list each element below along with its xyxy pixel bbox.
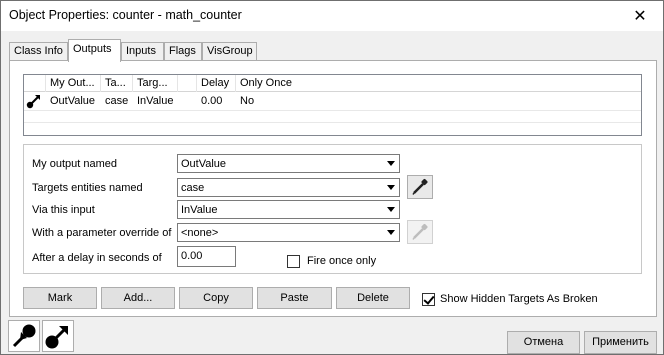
output-editor-group: My output named OutValue Targets entitie… — [23, 144, 642, 274]
targets-label: Targets entities named — [32, 182, 143, 194]
delay-label: After a delay in seconds of — [32, 252, 162, 264]
tab-flags[interactable]: Flags — [164, 42, 202, 61]
fire-once-checkbox[interactable] — [287, 255, 300, 268]
table-row[interactable]: OutValue case InValue 0.00 No — [24, 93, 641, 110]
delay-input-value: 0.00 — [181, 250, 203, 262]
tab-visgroup[interactable]: VisGroup — [202, 42, 257, 61]
mark-button[interactable]: Mark — [23, 287, 97, 309]
object-properties-window: Object Properties: counter - math_counte… — [0, 0, 664, 355]
output-connection-icon — [45, 326, 68, 349]
header-parameter[interactable] — [178, 75, 197, 92]
input-connection-icon — [12, 324, 36, 348]
show-hidden-checkbox[interactable] — [422, 293, 435, 306]
targets-select[interactable]: case — [177, 178, 400, 197]
apply-button[interactable]: Применить — [584, 331, 657, 354]
fire-once-label: Fire once only — [307, 255, 377, 267]
outputs-panel: My Out... Ta... Targ... Delay Only Once … — [9, 60, 657, 317]
row-output: OutValue — [50, 95, 96, 107]
eyedropper-icon — [412, 223, 428, 240]
header-delay[interactable]: Delay — [197, 75, 236, 92]
row-divider — [24, 122, 641, 123]
param-select-value: <none> — [181, 227, 219, 239]
row-only-once: No — [240, 95, 255, 107]
header-only-once[interactable]: Only Once — [236, 75, 641, 92]
eyedropper-icon — [412, 178, 428, 195]
input-label: Via this input — [32, 204, 95, 216]
header-icon-column[interactable] — [24, 75, 46, 92]
row-delay: 0.00 — [201, 95, 223, 107]
tab-inputs[interactable]: Inputs — [121, 42, 164, 61]
outputs-connections-button[interactable] — [42, 320, 74, 352]
param-select[interactable]: <none> — [177, 223, 400, 242]
cancel-button[interactable]: Отмена — [507, 331, 580, 354]
header-my-output[interactable]: My Out... — [46, 75, 101, 92]
add-button[interactable]: Add... — [101, 287, 175, 309]
input-select-value: InValue — [181, 204, 218, 216]
header-target[interactable]: Ta... — [101, 75, 133, 92]
output-select-value: OutValue — [181, 158, 227, 170]
output-select[interactable]: OutValue — [177, 154, 400, 173]
tab-outputs[interactable]: Outputs — [68, 39, 121, 62]
chevron-down-icon[interactable] — [383, 179, 399, 196]
header-target-input[interactable]: Targ... — [133, 75, 178, 92]
close-button[interactable]: ✕ — [623, 4, 657, 28]
output-connection-icon — [26, 93, 44, 110]
inputs-connections-button[interactable] — [8, 320, 40, 352]
row-input: InValue — [137, 95, 174, 107]
chevron-down-icon[interactable] — [383, 224, 399, 241]
title-bar[interactable]: Object Properties: counter - math_counte… — [1, 1, 663, 31]
delay-input[interactable]: 0.00 — [177, 246, 236, 267]
chevron-down-icon[interactable] — [383, 201, 399, 218]
row-divider — [24, 110, 641, 111]
param-picker-button[interactable] — [407, 220, 433, 244]
copy-button[interactable]: Copy — [179, 287, 253, 309]
targets-select-value: case — [181, 182, 205, 194]
list-header: My Out... Ta... Targ... Delay Only Once — [24, 75, 641, 92]
target-picker-button[interactable] — [407, 175, 433, 199]
chevron-down-icon[interactable] — [383, 155, 399, 172]
tab-class-info[interactable]: Class Info — [9, 42, 68, 61]
input-select[interactable]: InValue — [177, 200, 400, 219]
delete-button[interactable]: Delete — [336, 287, 410, 309]
show-hidden-label: Show Hidden Targets As Broken — [440, 293, 598, 305]
param-label: With a parameter override of — [32, 227, 172, 239]
output-label: My output named — [32, 158, 117, 170]
row-target: case — [105, 95, 129, 107]
paste-button[interactable]: Paste — [257, 287, 332, 309]
window-title: Object Properties: counter - math_counte… — [9, 8, 242, 22]
outputs-list[interactable]: My Out... Ta... Targ... Delay Only Once … — [23, 74, 642, 136]
